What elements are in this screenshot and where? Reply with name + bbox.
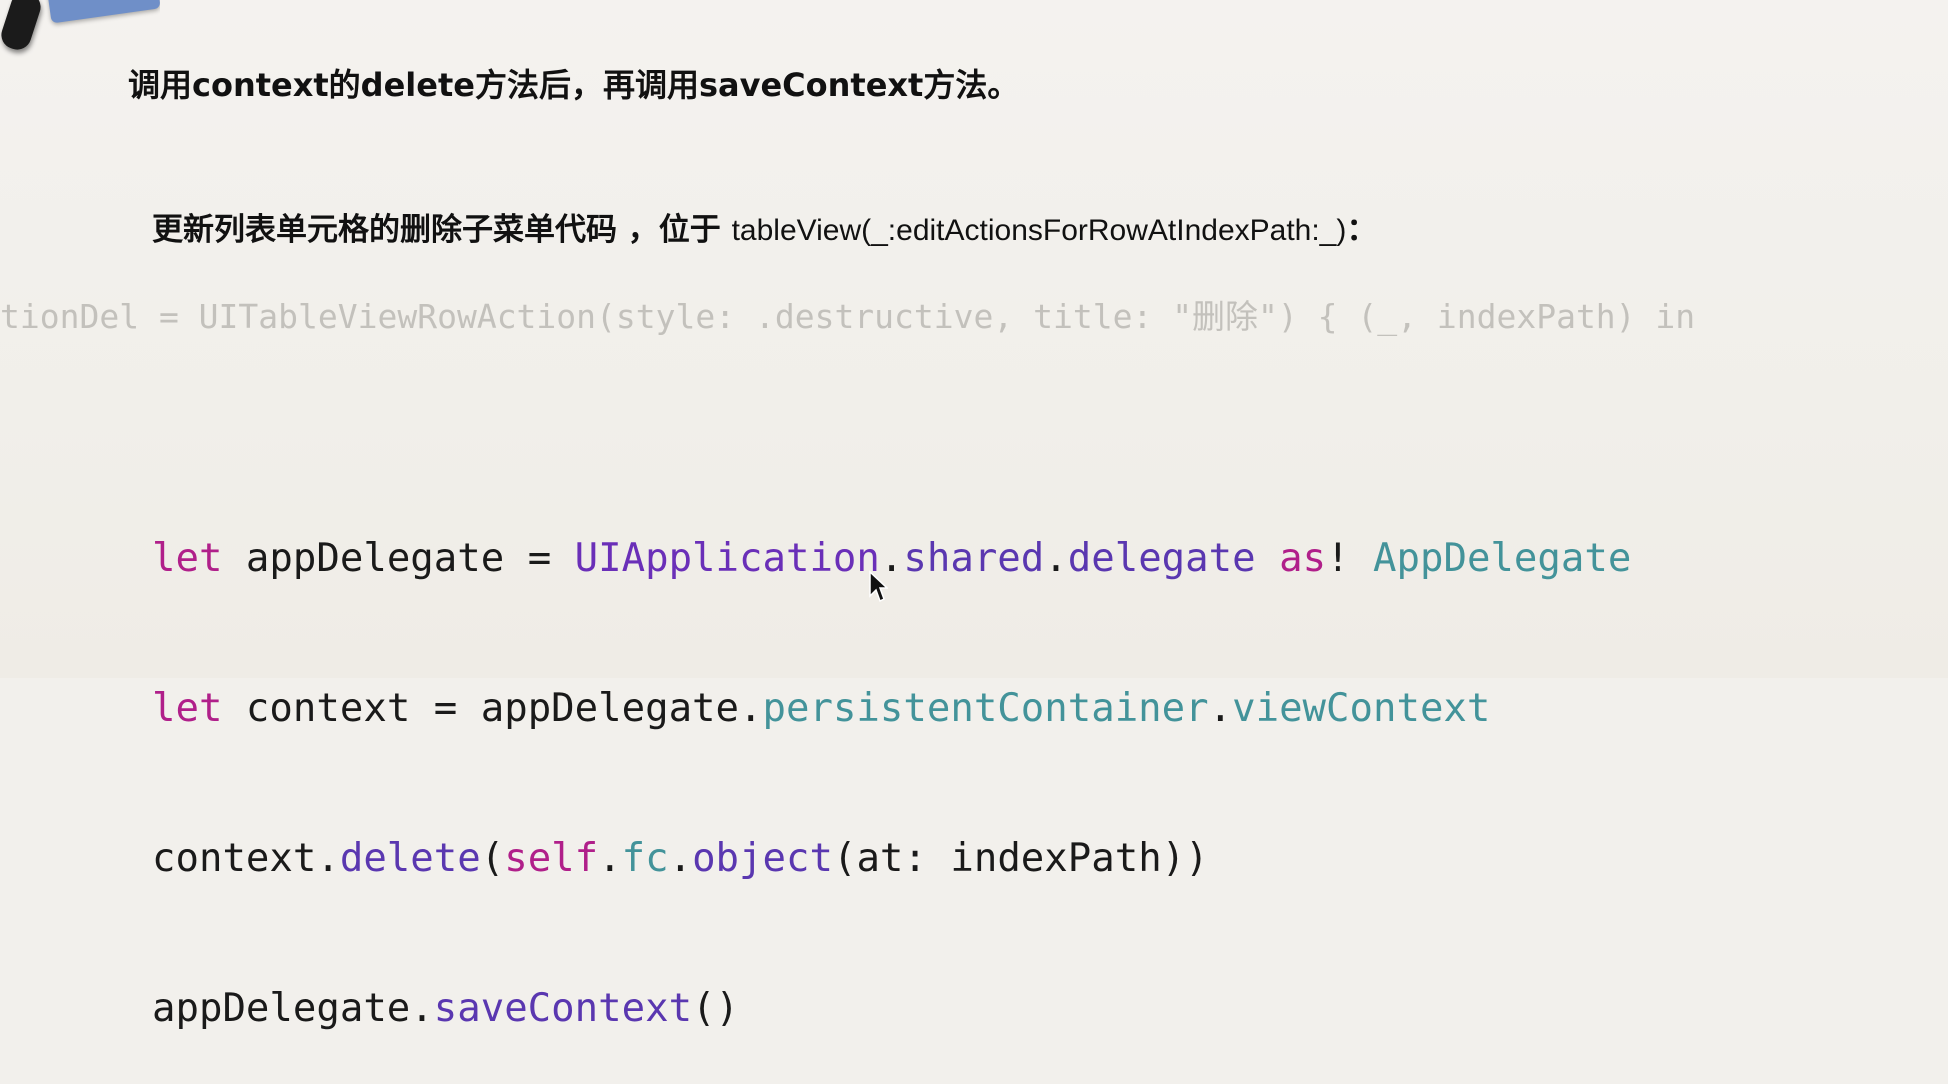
pushpin-icon — [0, 0, 160, 60]
method-save-context: saveContext — [433, 986, 693, 1031]
instruction-line-2-text: 更新列表单元格的删除子菜单代码 ，位于 — [152, 212, 732, 248]
method-signature: tableView(_:editActionsForRowAtIndexPath… — [731, 214, 1347, 247]
code-token: ! — [1326, 536, 1374, 581]
method-delete: delete — [339, 836, 481, 881]
keyword-let: let — [152, 686, 223, 731]
code-line-3: context.delete(self.fc.object(at: indexP… — [152, 834, 1631, 884]
property-shared: shared — [903, 536, 1045, 581]
instruction-line-2-colon: ： — [1346, 212, 1378, 248]
instruction-line-1: 调用context的delete方法后，再调用saveContext方法。 — [128, 66, 1020, 104]
pin-label-tab — [45, 0, 160, 24]
code-line-1: let appDelegate = UIApplication.shared.d… — [152, 534, 1631, 584]
code-token: . — [1044, 536, 1068, 581]
faded-code-line: tionDel = UITableViewRowAction(style: .d… — [0, 297, 1696, 336]
type-uiapplication: UIApplication — [574, 536, 880, 581]
code-line-4: appDelegate.saveContext() — [152, 984, 1631, 1034]
code-block: let appDelegate = UIApplication.shared.d… — [152, 434, 1631, 1084]
code-token: . — [1208, 686, 1233, 731]
keyword-self: self — [504, 836, 599, 881]
code-token: ( — [480, 836, 505, 881]
method-object: object — [692, 836, 833, 881]
instruction-line-2: 更新列表单元格的删除子菜单代码 ，位于 tableView(_:editActi… — [152, 204, 1377, 249]
code-line-2: let context = appDelegate.persistentCont… — [152, 684, 1631, 734]
property-delegate: delegate — [1067, 536, 1256, 581]
keyword-let: let — [152, 536, 223, 581]
code-token: () — [692, 986, 740, 1031]
pin-head — [0, 0, 45, 54]
code-token: appDelegate. — [152, 986, 434, 1031]
property-fc: fc — [621, 836, 669, 881]
mouse-cursor-icon — [869, 570, 888, 603]
code-token: appDelegate = — [222, 536, 575, 581]
code-token: . — [668, 836, 693, 881]
property-view-context: viewContext — [1232, 686, 1491, 731]
code-token: (at: indexPath)) — [832, 836, 1209, 881]
type-appdelegate: AppDelegate — [1373, 536, 1632, 581]
code-token: context. — [152, 836, 340, 881]
code-token: . — [598, 836, 622, 881]
property-persistent-container: persistentContainer — [762, 686, 1209, 731]
keyword-as: as — [1279, 536, 1327, 581]
code-token: context = appDelegate. — [222, 686, 763, 731]
